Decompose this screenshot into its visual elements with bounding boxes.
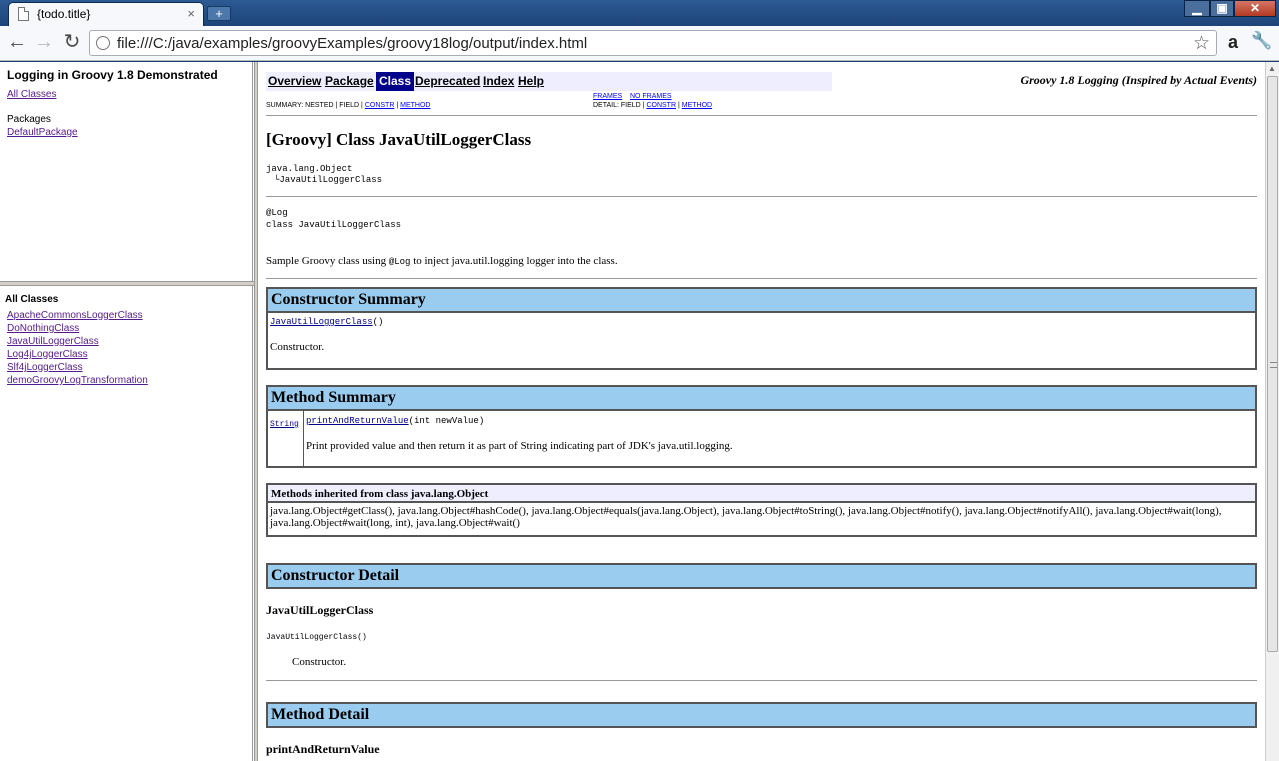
class-link[interactable]: Slf4jLoggerClass (7, 361, 247, 374)
maximize-button[interactable]: ▣ (1210, 0, 1234, 17)
summary-separator: | (396, 102, 399, 109)
vertical-scrollbar[interactable]: ▲ (1265, 62, 1279, 761)
tab-title: {todo.title} (37, 7, 91, 21)
constructor-summary-header: Constructor Summary (266, 287, 1257, 313)
browser-titlebar: {todo.title} × + ▁ ▣ ✕ (0, 0, 1279, 26)
overview-title: Logging in Groovy 1.8 Demonstrated (7, 68, 218, 82)
method-summary-params: (int newValue) (408, 416, 485, 426)
detail-constr-link[interactable]: CONSTR (646, 102, 676, 109)
minimize-button[interactable]: ▁ (1184, 0, 1210, 17)
nav-overview-link[interactable]: Overview (268, 74, 321, 88)
constructor-detail-name: JavaUtilLoggerClass (266, 603, 374, 617)
back-arrow-icon[interactable]: ← (6, 32, 28, 54)
divider (266, 680, 1257, 681)
wrench-menu-icon[interactable]: 🔧 (1251, 31, 1273, 55)
top-navbar: Overview Package Class Deprecated Index … (266, 72, 832, 91)
detail-separator: | (677, 102, 680, 109)
class-title: [Groovy] Class JavaUtilLoggerClass (266, 130, 532, 149)
constructor-detail-signature: JavaUtilLoggerClass() (266, 633, 367, 642)
amazon-extension-icon[interactable]: a (1222, 32, 1244, 54)
package-link[interactable]: DefaultPackage (7, 126, 245, 139)
class-link[interactable]: ApacheCommonsLoggerClass (7, 309, 247, 322)
class-description: Sample Groovy class using @Log to inject… (266, 255, 618, 267)
class-link[interactable]: demoGroovyLogTransformation (7, 374, 247, 387)
summary-method-link[interactable]: METHOD (400, 102, 430, 109)
divider (266, 278, 1257, 279)
close-window-button[interactable]: ✕ (1234, 0, 1276, 17)
scroll-up-arrow-icon[interactable]: ▲ (1268, 64, 1276, 73)
packages-heading: Packages (7, 114, 51, 125)
inherited-methods-header: Methods inherited from class java.lang.O… (266, 483, 1257, 503)
method-summary-link[interactable]: printAndReturnValue (306, 416, 409, 426)
browser-tab[interactable]: {todo.title} × (8, 2, 204, 26)
nav-package-link[interactable]: Package (325, 74, 374, 88)
class-frame: Overview Package Class Deprecated Index … (258, 62, 1265, 761)
method-detail-header: Method Detail (266, 702, 1257, 728)
all-classes-heading: All Classes (5, 294, 59, 305)
description-text: to inject java.util.logging logger into … (410, 255, 618, 267)
method-detail-name: printAndReturnValue (266, 742, 380, 756)
new-tab-button[interactable]: + (207, 6, 231, 21)
doc-header: Groovy 1.8 Logging (Inspired by Actual E… (1020, 73, 1257, 87)
constructor-summary-desc: Constructor. (270, 341, 325, 353)
divider (266, 115, 1257, 116)
method-summary-header: Method Summary (266, 385, 1257, 411)
inherited-methods-line: java.lang.Object#wait(long, int), java.l… (270, 517, 520, 529)
no-frames-link[interactable]: NO FRAMES (630, 93, 672, 100)
constructor-summary-params: () (372, 317, 384, 327)
nav-deprecated-link[interactable]: Deprecated (415, 74, 480, 88)
all-classes-frame: All Classes ApacheCommonsLoggerClass DoN… (0, 286, 253, 761)
nav-index-link[interactable]: Index (483, 74, 514, 88)
method-return-type-link[interactable]: String (270, 420, 299, 429)
inherited-methods-line: java.lang.Object#getClass(), java.lang.O… (270, 505, 1222, 517)
divider (266, 196, 1257, 197)
inherited-methods-body: java.lang.Object#getClass(), java.lang.O… (266, 503, 1257, 537)
summary-label: SUMMARY: NESTED | FIELD | (266, 102, 363, 109)
browser-toolbar: ← → ↻ file:///C:/java/examples/groovyExa… (0, 26, 1279, 61)
reload-icon[interactable]: ↻ (61, 32, 83, 54)
nav-class-current: Class (376, 72, 415, 91)
tab-close-icon[interactable]: × (187, 6, 195, 21)
constructor-summary-body: JavaUtilLoggerClass() Constructor. (266, 313, 1257, 370)
bookmark-star-icon[interactable]: ☆ (1193, 32, 1210, 55)
overview-frame: Logging in Groovy 1.8 Demonstrated All C… (0, 62, 253, 281)
constructor-detail-desc: Constructor. (292, 656, 347, 668)
constructor-detail-header: Constructor Detail (266, 563, 1257, 589)
method-summary-body: String printAndReturnValue(int newValue)… (266, 411, 1257, 468)
constructor-summary-link[interactable]: JavaUtilLoggerClass (270, 317, 373, 327)
class-declaration: class JavaUtilLoggerClass (266, 220, 402, 230)
class-link[interactable]: JavaUtilLoggerClass (7, 335, 247, 348)
all-classes-link[interactable]: All Classes (7, 88, 245, 101)
class-link[interactable]: Log4jLoggerClass (7, 348, 247, 361)
class-link[interactable]: DoNothingClass (7, 322, 247, 335)
detail-method-link[interactable]: METHOD (682, 102, 712, 109)
method-summary-desc: Print provided value and then return it … (306, 440, 733, 452)
frames-link[interactable]: FRAMES (593, 93, 622, 100)
nav-help-link[interactable]: Help (518, 74, 544, 88)
forward-arrow-icon[interactable]: → (33, 32, 55, 54)
document-icon (18, 7, 29, 21)
hierarchy-root: java.lang.Object (266, 164, 353, 174)
description-code: @Log (388, 257, 411, 267)
scrollbar-thumb[interactable] (1267, 76, 1278, 652)
summary-constr-link[interactable]: CONSTR (365, 102, 395, 109)
annotation: @Log (266, 208, 288, 218)
url-text[interactable]: file:///C:/java/examples/groovyExamples/… (117, 35, 587, 52)
page-globe-icon (96, 36, 110, 50)
page-viewport: Logging in Groovy 1.8 Demonstrated All C… (0, 62, 1279, 761)
hierarchy-child: JavaUtilLoggerClass (279, 175, 383, 185)
address-bar[interactable]: file:///C:/java/examples/groovyExamples/… (89, 30, 1217, 56)
detail-label: DETAIL: FIELD | (593, 102, 645, 109)
description-text: Sample Groovy class using (266, 255, 389, 267)
scrollbar-grip (1270, 362, 1277, 368)
